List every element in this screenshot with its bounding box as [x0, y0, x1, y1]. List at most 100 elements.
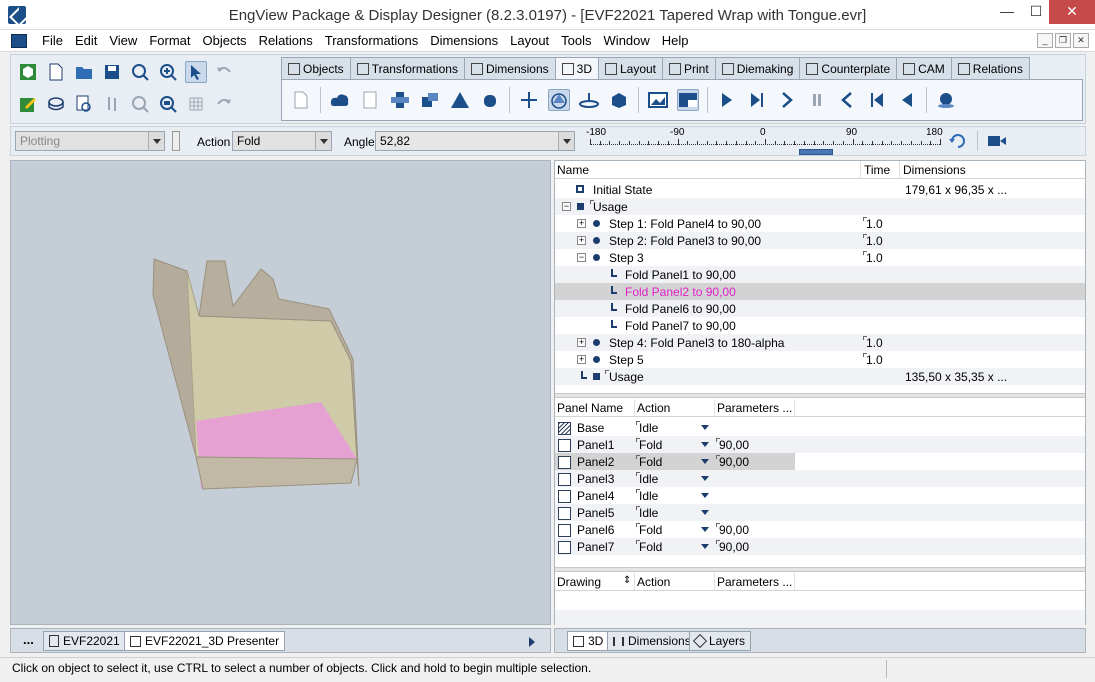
mode-combo[interactable]: Plotting — [15, 131, 165, 151]
add-panel-icon[interactable] — [419, 89, 441, 111]
step-row[interactable]: Fold Panel7 to 90,00 — [555, 317, 1085, 334]
menu-edit[interactable]: Edit — [69, 33, 103, 48]
panel-action[interactable]: Idle — [639, 506, 658, 520]
step-row[interactable]: Fold Panel6 to 90,00 — [555, 300, 1085, 317]
tent-icon[interactable] — [449, 89, 471, 111]
panel-row[interactable]: Panel5 Idle — [555, 504, 1085, 521]
step-forward-icon[interactable] — [776, 89, 798, 111]
move-icon[interactable] — [518, 89, 540, 111]
slider-thumb[interactable] — [799, 149, 834, 155]
panel-action[interactable]: Fold — [639, 438, 662, 452]
step-row[interactable]: Usage 135,50 x 35,35 x ... — [555, 368, 1085, 385]
panel-row[interactable]: Panel6 Fold 90,00 — [555, 521, 1085, 538]
zoom-in-icon[interactable] — [157, 61, 179, 83]
grid-splitter[interactable] — [555, 567, 1085, 572]
play-reverse-icon[interactable] — [896, 89, 918, 111]
step-back-icon[interactable] — [836, 89, 858, 111]
mdi-close-button[interactable]: ✕ — [1073, 33, 1089, 48]
tab-dimensions-panel[interactable]: Dimensions — [607, 631, 697, 651]
menu-tools[interactable]: Tools — [555, 33, 597, 48]
panel-action[interactable]: Idle — [639, 472, 658, 486]
cylinder-icon[interactable] — [479, 89, 501, 111]
panel-param[interactable]: 90,00 — [719, 438, 749, 452]
find-icon[interactable] — [73, 93, 95, 115]
rotate-3d-icon[interactable] — [548, 89, 570, 111]
step-time[interactable]: 1.0 — [866, 336, 883, 350]
col-drawing-header[interactable]: Drawing — [557, 575, 601, 589]
upload-3d-icon[interactable] — [329, 89, 351, 111]
col-name-header[interactable]: Name — [557, 163, 589, 177]
play-to-end-icon[interactable] — [746, 89, 768, 111]
panel-row[interactable]: Panel7 Fold 90,00 — [555, 538, 1085, 555]
chevron-down-icon[interactable] — [701, 442, 709, 451]
col-dimensions-header[interactable]: Dimensions — [903, 163, 966, 177]
tab-3d-panel[interactable]: 3D — [567, 631, 610, 651]
3d-box-icon[interactable] — [45, 93, 67, 115]
panel-row[interactable]: Panel4 Idle — [555, 487, 1085, 504]
step-time[interactable]: 1.0 — [866, 234, 883, 248]
select-pointer-icon[interactable] — [185, 61, 207, 83]
splitter-handle[interactable] — [172, 131, 180, 151]
col-time-header[interactable]: Time — [864, 163, 890, 177]
menu-objects[interactable]: Objects — [196, 33, 252, 48]
menu-layout[interactable]: Layout — [504, 33, 555, 48]
panel-row[interactable]: Base Idle — [555, 419, 1085, 436]
background-icon[interactable] — [677, 89, 699, 111]
step-row[interactable]: + Step 2: Fold Panel3 to 90,00 1.0 — [555, 232, 1085, 249]
grid-icon[interactable] — [185, 93, 207, 115]
step-row[interactable]: − Step 3 1.0 — [555, 249, 1085, 266]
step-row[interactable]: Fold Panel1 to 90,00 — [555, 266, 1085, 283]
tab-cam[interactable]: CAM — [896, 57, 952, 79]
chevron-down-icon[interactable] — [701, 510, 709, 519]
panel-param[interactable]: 90,00 — [719, 523, 749, 537]
panel-action[interactable]: Idle — [639, 489, 658, 503]
maximize-button[interactable]: ☐ — [1021, 0, 1051, 24]
chevron-down-icon[interactable] — [701, 425, 709, 434]
menu-help[interactable]: Help — [656, 33, 695, 48]
menu-transformations[interactable]: Transformations — [319, 33, 424, 48]
mdi-restore-button[interactable]: ❐ — [1055, 33, 1071, 48]
panel-row[interactable]: Panel3 Idle — [555, 470, 1085, 487]
document-3d-icon[interactable] — [359, 89, 381, 111]
render-image-icon[interactable] — [647, 89, 669, 111]
redo-icon[interactable] — [213, 93, 235, 115]
collapse-icon[interactable]: − — [562, 202, 571, 211]
engview-logo-button[interactable] — [17, 61, 39, 83]
tab-3d[interactable]: 3D — [554, 57, 599, 79]
menu-file[interactable]: File — [36, 33, 69, 48]
zoom-fit-icon[interactable] — [129, 93, 151, 115]
chevron-down-icon[interactable] — [701, 476, 709, 485]
chevron-down-icon[interactable] — [701, 527, 709, 536]
collapse-icon[interactable]: − — [577, 253, 586, 262]
step-row[interactable]: + Step 4: Fold Panel3 to 180-alpha 1.0 — [555, 334, 1085, 351]
col-panel-name-header[interactable]: Panel Name — [557, 401, 623, 415]
new-3d-icon[interactable] — [290, 89, 312, 111]
reset-angle-icon[interactable] — [948, 131, 968, 154]
scroll-right-icon[interactable] — [529, 637, 540, 647]
step-row[interactable]: + Step 5 1.0 — [555, 351, 1085, 368]
tab-diemaking[interactable]: Diemaking — [714, 57, 801, 79]
tab-layout[interactable]: Layout — [597, 57, 664, 79]
save-icon[interactable] — [101, 61, 123, 83]
close-button[interactable]: ✕ — [1049, 0, 1095, 24]
box-3d-icon[interactable] — [608, 89, 630, 111]
chevron-down-icon[interactable] — [701, 544, 709, 553]
angle-slider[interactable]: -180 -90 0 90 180 — [586, 127, 944, 155]
play-icon[interactable] — [716, 89, 738, 111]
panel-param[interactable]: 90,00 — [719, 540, 749, 554]
col-parameters-header[interactable]: Parameters ... — [717, 401, 792, 415]
pause-icon[interactable] — [806, 89, 828, 111]
step-row[interactable]: − Usage — [555, 198, 1085, 215]
tab-transformations[interactable]: Transformations — [349, 57, 465, 79]
step-time[interactable]: 1.0 — [866, 217, 883, 231]
step-row[interactable]: + Step 1: Fold Panel4 to 90,00 1.0 — [555, 215, 1085, 232]
chevron-down-icon[interactable] — [701, 493, 709, 502]
zoom-icon[interactable] — [129, 61, 151, 83]
undo-icon[interactable] — [213, 61, 235, 83]
edit-drawing-icon[interactable] — [17, 93, 39, 115]
tab-layers-panel[interactable]: Layers — [689, 631, 752, 651]
more-documents-button[interactable]: ... — [23, 632, 34, 647]
video-camera-icon[interactable] — [987, 133, 1007, 152]
col-action-header[interactable]: Action — [637, 401, 670, 415]
action-combo[interactable]: Fold — [232, 131, 332, 151]
